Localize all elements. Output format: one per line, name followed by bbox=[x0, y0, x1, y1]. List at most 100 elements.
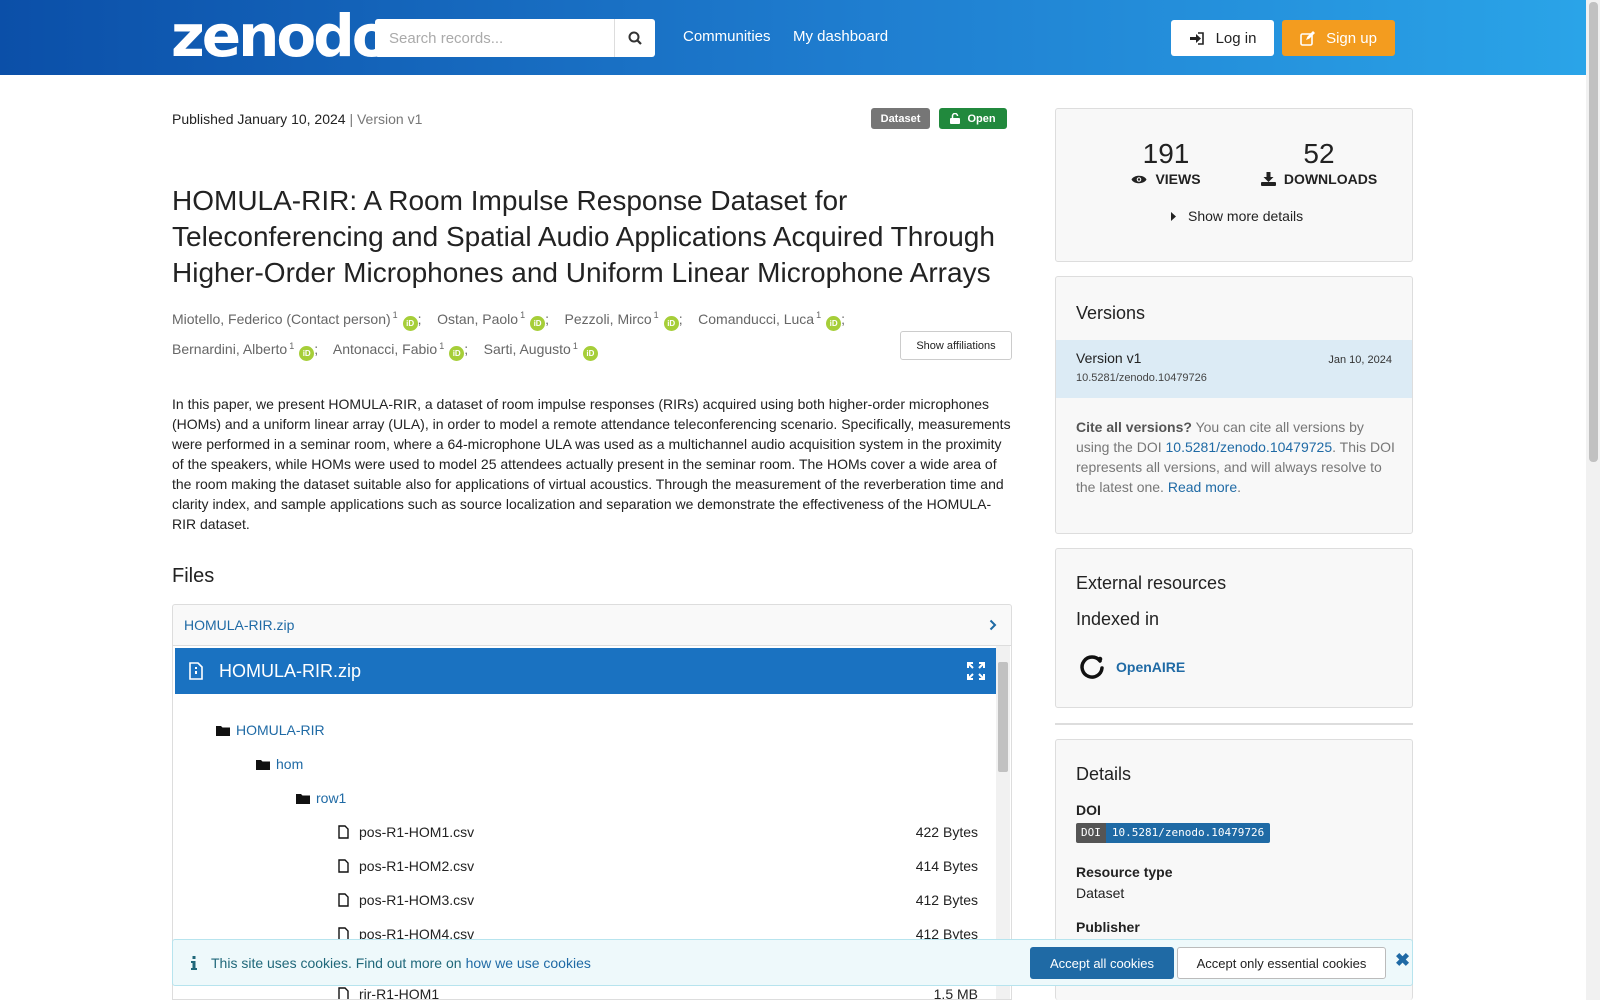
access-label: Open bbox=[967, 112, 996, 125]
file-name: rir-R1-HOM1 bbox=[359, 986, 440, 1000]
affiliation-number: 1 bbox=[439, 340, 445, 351]
author-name[interactable]: Pezzoli, Mirco bbox=[565, 311, 652, 327]
author[interactable]: Miotello, Federico (Contact person) 1iD; bbox=[172, 310, 433, 331]
preview-filename: HOMULA-RIR.zip bbox=[219, 660, 362, 681]
edit-icon bbox=[1300, 30, 1316, 46]
author[interactable]: Ostan, Paolo 1iD; bbox=[437, 310, 561, 331]
page-scrollbar[interactable] bbox=[1586, 0, 1600, 1000]
close-icon[interactable]: ✖ bbox=[1395, 950, 1410, 971]
preview-scrollbar-thumb[interactable] bbox=[998, 662, 1008, 772]
details-heading: Details bbox=[1076, 764, 1132, 784]
show-affiliations-button[interactable]: Show affiliations bbox=[900, 331, 1012, 360]
orcid-icon[interactable]: iD bbox=[530, 315, 546, 331]
orcid-icon[interactable]: iD bbox=[826, 315, 842, 331]
author-name[interactable]: Bernardini, Alberto bbox=[172, 341, 287, 357]
show-more-label: Show more details bbox=[1188, 208, 1304, 224]
record-title: HOMULA-RIR: A Room Impulse Response Data… bbox=[172, 185, 995, 288]
file-name: pos-R1-HOM1.csv bbox=[359, 824, 475, 840]
affiliation-number: 1 bbox=[520, 310, 526, 320]
orcid-icon[interactable]: iD bbox=[299, 346, 315, 362]
affiliation-number: 1 bbox=[653, 310, 659, 320]
accept-essential-cookies-button[interactable]: Accept only essential cookies bbox=[1177, 947, 1386, 979]
versions-card: Versions Version v1 Jan 10, 2024 10.5281… bbox=[1055, 276, 1413, 534]
cookie-text: This site uses cookies. Find out more on bbox=[211, 954, 462, 971]
cookie-banner: This site uses cookies. Find out more on… bbox=[172, 939, 1413, 986]
views-label-row: VIEWS bbox=[1121, 171, 1211, 187]
author-name[interactable]: Comanducci, Luca bbox=[698, 311, 814, 327]
folder-link[interactable]: HOMULA-RIR bbox=[236, 722, 325, 738]
author-name[interactable]: Ostan, Paolo bbox=[437, 311, 518, 327]
views-label: VIEWS bbox=[1155, 171, 1201, 187]
tree-folder-row1[interactable]: row1 bbox=[296, 790, 346, 806]
author-list: Miotello, Federico (Contact person) 1iD; … bbox=[172, 302, 872, 363]
accept-all-cookies-button[interactable]: Accept all cookies bbox=[1030, 947, 1174, 979]
author[interactable]: Bernardini, Alberto 1iD; bbox=[172, 340, 330, 362]
site-header: zenodo Communities My dashboard Log in S… bbox=[0, 0, 1586, 75]
read-more-link[interactable]: Read more bbox=[1168, 479, 1237, 495]
unlock-icon bbox=[950, 113, 961, 124]
download-icon bbox=[1260, 172, 1276, 186]
affiliation-number: 1 bbox=[816, 310, 822, 320]
author[interactable]: Sarti, Augusto 1 iD bbox=[484, 341, 598, 362]
caret-right-icon bbox=[1171, 211, 1176, 221]
nav-communities[interactable]: Communities bbox=[683, 28, 771, 45]
published-date: Published January 10, 2024 bbox=[172, 111, 346, 127]
version-item[interactable]: Version v1 Jan 10, 2024 10.5281/zenodo.1… bbox=[1056, 340, 1412, 398]
file-name: pos-R1-HOM3.csv bbox=[359, 892, 475, 908]
show-more-details[interactable]: Show more details bbox=[1171, 208, 1303, 224]
file-accordion-header[interactable]: HOMULA-RIR.zip bbox=[172, 604, 1012, 646]
concept-doi-link[interactable]: 10.5281/zenodo.10479725 bbox=[1166, 439, 1333, 455]
author[interactable]: Comanducci, Luca 1iD; bbox=[698, 310, 845, 331]
tree-folder-hom[interactable]: hom bbox=[256, 756, 303, 772]
doi-label: DOI bbox=[1076, 802, 1101, 818]
tree-file: pos-R1-HOM2.csv bbox=[338, 858, 474, 874]
indexed-in-heading: Indexed in bbox=[1076, 609, 1160, 629]
file-size: 1.5 MB bbox=[933, 986, 978, 1000]
author-name[interactable]: Miotello, Federico (Contact person) bbox=[172, 311, 391, 327]
folder-icon bbox=[296, 793, 310, 804]
doi-badge[interactable]: DOI 10.5281/zenodo.10479726 bbox=[1076, 823, 1271, 843]
orcid-icon[interactable]: iD bbox=[449, 346, 465, 362]
affiliation-number: 1 bbox=[289, 340, 295, 351]
search-button[interactable] bbox=[614, 19, 655, 57]
zenodo-logo[interactable]: zenodo bbox=[171, 6, 392, 66]
page-scrollbar-thumb[interactable] bbox=[1589, 2, 1598, 462]
views-count: 191 bbox=[1142, 138, 1190, 169]
tree-file: rir-R1-HOM1 bbox=[338, 986, 440, 1000]
file-size: 414 Bytes bbox=[915, 858, 978, 874]
signup-button[interactable]: Sign up bbox=[1282, 20, 1395, 56]
file-icon bbox=[338, 987, 349, 999]
orcid-icon[interactable]: iD bbox=[582, 346, 598, 362]
orcid-icon[interactable]: iD bbox=[663, 315, 679, 331]
search-input[interactable] bbox=[375, 19, 614, 57]
author[interactable]: Antonacci, Fabio 1iD; bbox=[333, 340, 480, 362]
downloads-label: DOWNLOADS bbox=[1283, 171, 1378, 187]
sign-in-icon bbox=[1189, 31, 1204, 45]
orcid-icon[interactable]: iD bbox=[402, 315, 418, 331]
file-archive-icon bbox=[189, 662, 203, 680]
openaire-label[interactable]: OpenAIRE bbox=[1116, 659, 1185, 675]
downloads-count: 52 bbox=[1303, 138, 1335, 169]
version-date: Jan 10, 2024 bbox=[1328, 354, 1392, 366]
cookie-policy-link[interactable]: how we use cookies bbox=[466, 955, 591, 971]
publication-info: Published January 10, 2024 | Version v1 bbox=[172, 111, 422, 127]
login-button[interactable]: Log in bbox=[1171, 20, 1274, 56]
openaire-icon bbox=[1080, 655, 1104, 679]
nav-my-dashboard[interactable]: My dashboard bbox=[793, 28, 888, 45]
file-icon bbox=[338, 893, 349, 907]
openaire-link[interactable]: OpenAIRE bbox=[1078, 653, 1185, 681]
tree-folder-root[interactable]: HOMULA-RIR bbox=[216, 722, 325, 738]
expand-icon[interactable] bbox=[967, 662, 985, 680]
sidebar-divider bbox=[1055, 723, 1413, 725]
doi-value[interactable]: 10.5281/zenodo.10479726 bbox=[1105, 823, 1271, 843]
folder-link[interactable]: hom bbox=[276, 756, 303, 772]
eye-icon bbox=[1131, 175, 1147, 183]
author-name[interactable]: Sarti, Augusto bbox=[484, 341, 571, 357]
resource-type-value: Dataset bbox=[1076, 885, 1125, 901]
author[interactable]: Pezzoli, Mirco 1iD; bbox=[565, 310, 695, 331]
cite-bold: Cite all versions? bbox=[1076, 419, 1192, 435]
abstract: In this paper, we present HOMULA-RIR, a … bbox=[172, 396, 1011, 532]
archive-link[interactable]: HOMULA-RIR.zip bbox=[184, 617, 294, 633]
folder-link[interactable]: row1 bbox=[316, 790, 346, 806]
author-name[interactable]: Antonacci, Fabio bbox=[333, 341, 437, 357]
